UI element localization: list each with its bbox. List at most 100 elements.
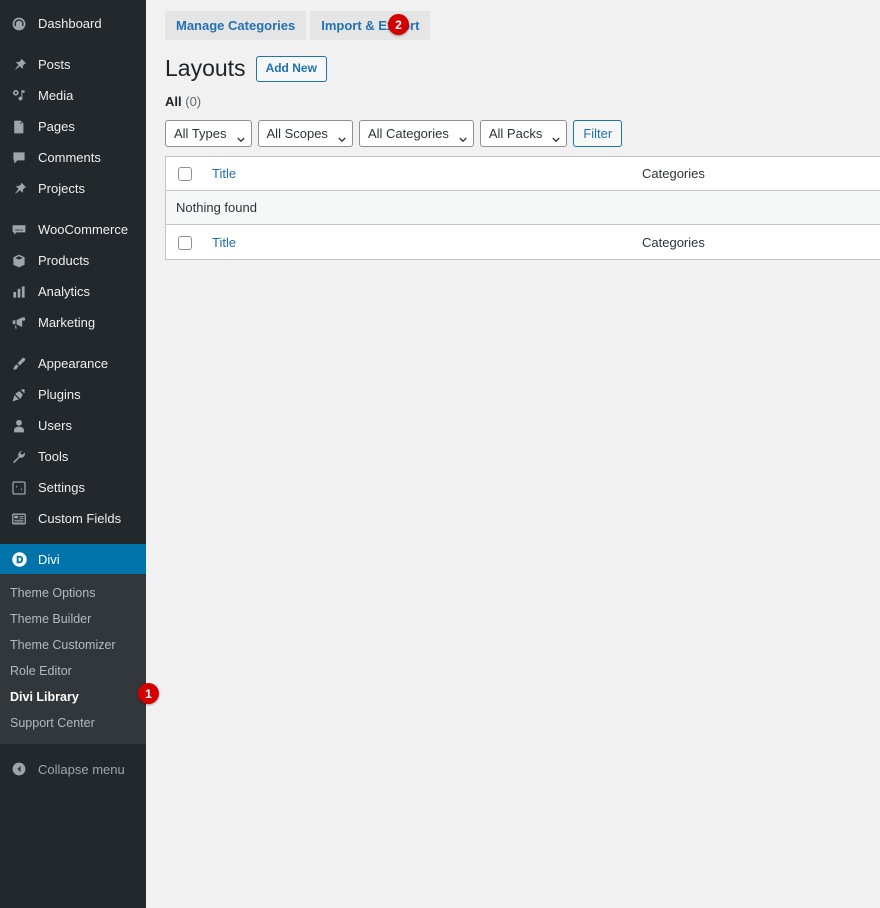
column-title-label: Title <box>212 166 236 181</box>
status-filter-count: (0) <box>185 94 201 109</box>
column-footer-spacer <box>822 225 880 259</box>
sidebar-item-label: Comments <box>38 151 101 164</box>
sidebar-divider <box>0 338 146 348</box>
status-filter-all[interactable]: All <box>165 94 182 109</box>
products-box-icon <box>9 251 29 271</box>
table-empty-row: Nothing found <box>166 191 880 225</box>
submenu-item-theme-options[interactable]: Theme Options <box>0 580 146 606</box>
sidebar-item-woocommerce[interactable]: woo WooCommerce <box>0 214 146 245</box>
filter-submit-button[interactable]: Filter <box>573 120 622 147</box>
column-title-label-footer: Title <box>212 235 236 250</box>
sidebar-item-settings[interactable]: Settings <box>0 472 146 503</box>
sidebar-item-projects[interactable]: Projects <box>0 173 146 204</box>
column-footer-categories[interactable]: Categories <box>632 225 822 259</box>
filter-toolbar: All Types All Scopes All Categories All … <box>146 109 880 147</box>
column-header-spacer <box>822 157 880 191</box>
dashboard-icon <box>9 14 29 34</box>
sidebar-item-label: Media <box>38 89 73 102</box>
sidebar-item-divi[interactable]: Divi <box>0 544 146 574</box>
column-header-title[interactable]: Title <box>202 157 632 191</box>
select-all-header <box>166 157 202 191</box>
submenu-item-divi-library[interactable]: Divi Library <box>0 684 146 710</box>
svg-text:woo: woo <box>15 226 23 231</box>
submenu-item-label: Role Editor <box>10 664 72 678</box>
main-content: Manage Categories Import & Export Layout… <box>146 0 880 908</box>
tab-import-export[interactable]: Import & Export <box>310 11 430 40</box>
woocommerce-icon: woo <box>9 220 29 240</box>
sidebar-item-pages[interactable]: Pages <box>0 111 146 142</box>
sidebar-item-posts[interactable]: Posts <box>0 49 146 80</box>
sidebar-item-marketing[interactable]: Marketing <box>0 307 146 338</box>
sidebar-item-label: Divi <box>38 553 60 566</box>
wrench-icon <box>9 447 29 467</box>
filter-categories-value: All Categories <box>368 126 449 141</box>
sidebar-item-label: Custom Fields <box>38 512 121 525</box>
select-all-footer <box>166 225 202 259</box>
filter-packs-select[interactable]: All Packs <box>480 120 567 147</box>
admin-sidebar: Dashboard Posts Media Pages Commen <box>0 0 146 908</box>
sidebar-item-analytics[interactable]: Analytics <box>0 276 146 307</box>
submenu-item-role-editor[interactable]: Role Editor <box>0 658 146 684</box>
submenu-item-theme-builder[interactable]: Theme Builder <box>0 606 146 632</box>
status-filter-list: All (0) <box>146 84 880 109</box>
custom-fields-icon <box>9 509 29 529</box>
submenu-item-label: Theme Builder <box>10 612 91 626</box>
user-icon <box>9 416 29 436</box>
column-categories-label: Categories <box>642 166 705 181</box>
filter-categories-select[interactable]: All Categories <box>359 120 474 147</box>
submenu-item-label: Theme Customizer <box>10 638 116 652</box>
paintbrush-icon <box>9 354 29 374</box>
filter-types-select[interactable]: All Types <box>165 120 252 147</box>
comments-icon <box>9 148 29 168</box>
sidebar-item-media[interactable]: Media <box>0 80 146 111</box>
submenu-item-support-center[interactable]: Support Center <box>0 710 146 736</box>
submenu-item-label: Divi Library <box>10 690 79 704</box>
select-all-checkbox-footer[interactable] <box>178 236 192 250</box>
sidebar-item-comments[interactable]: Comments <box>0 142 146 173</box>
plug-icon <box>9 385 29 405</box>
sidebar-item-label: Products <box>38 254 89 267</box>
sidebar-item-products[interactable]: Products <box>0 245 146 276</box>
sidebar-item-users[interactable]: Users <box>0 410 146 441</box>
sidebar-item-label: Users <box>38 419 72 432</box>
sidebar-item-label: WooCommerce <box>38 223 128 236</box>
sidebar-divider <box>0 534 146 544</box>
settings-sliders-icon <box>9 478 29 498</box>
column-header-categories[interactable]: Categories <box>632 157 822 191</box>
filter-packs-value: All Packs <box>489 126 542 141</box>
submenu-item-theme-customizer[interactable]: Theme Customizer <box>0 632 146 658</box>
sidebar-item-label: Settings <box>38 481 85 494</box>
nav-tab-wrapper: Manage Categories Import & Export <box>146 0 880 40</box>
wordpress-admin-screen: Dashboard Posts Media Pages Commen <box>0 0 880 908</box>
collapse-menu-label: Collapse menu <box>38 762 125 777</box>
sidebar-item-label: Marketing <box>38 316 95 329</box>
table-footer-row: Title Categories <box>166 225 880 259</box>
column-footer-title[interactable]: Title <box>202 225 632 259</box>
sidebar-item-appearance[interactable]: Appearance <box>0 348 146 379</box>
sidebar-item-label: Appearance <box>38 357 108 370</box>
media-icon <box>9 86 29 106</box>
sidebar-item-custom-fields[interactable]: Custom Fields <box>0 503 146 534</box>
sidebar-divider <box>0 204 146 214</box>
divi-d-icon <box>9 549 29 569</box>
sidebar-item-tools[interactable]: Tools <box>0 441 146 472</box>
tab-manage-categories[interactable]: Manage Categories <box>165 11 306 40</box>
divi-submenu: Theme Options Theme Builder Theme Custom… <box>0 574 146 744</box>
collapse-menu-button[interactable]: Collapse menu <box>0 752 146 786</box>
sidebar-item-plugins[interactable]: Plugins <box>0 379 146 410</box>
megaphone-icon <box>9 313 29 333</box>
add-new-button[interactable]: Add New <box>256 56 327 82</box>
pin-icon <box>9 179 29 199</box>
annotation-badge-1: 1 <box>138 683 159 704</box>
chevron-down-icon <box>237 131 244 138</box>
sidebar-item-label: Posts <box>38 58 71 71</box>
empty-message: Nothing found <box>166 191 880 225</box>
layouts-table: Title Categories Nothing found <box>165 156 880 260</box>
sidebar-item-dashboard[interactable]: Dashboard <box>0 8 146 39</box>
sidebar-item-label: Plugins <box>38 388 81 401</box>
submenu-item-label: Theme Options <box>10 586 95 600</box>
select-all-checkbox[interactable] <box>178 167 192 181</box>
filter-scopes-select[interactable]: All Scopes <box>258 120 353 147</box>
sidebar-item-label: Dashboard <box>38 17 102 30</box>
sidebar-divider <box>0 39 146 49</box>
